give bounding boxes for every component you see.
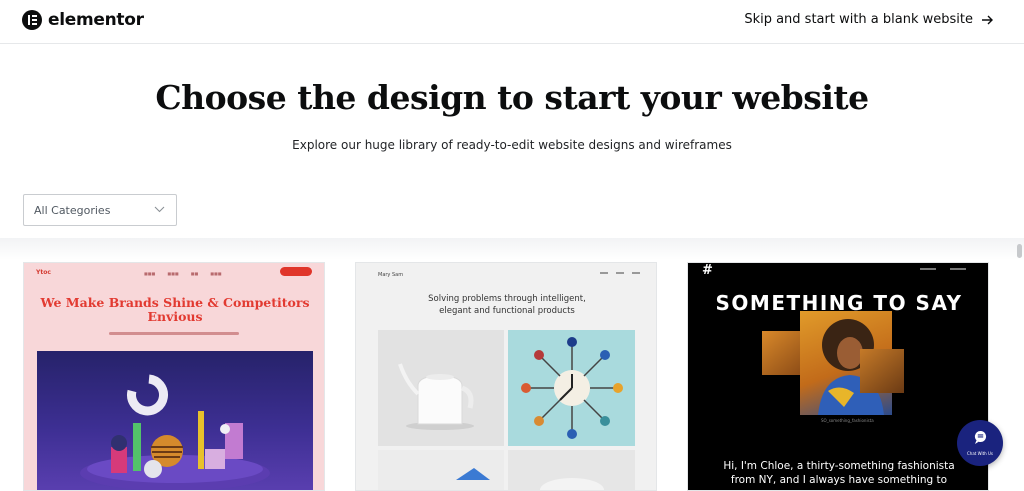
category-select[interactable]: All Categories [23,194,177,226]
template-card-agency[interactable]: Ytoc ■■■ ■■■ ■■ ■■■ We Make Brands Shine & … [23,262,325,491]
template-cta [280,267,312,276]
template-nav: ■■■ ■■■ ■■ ■■■ [144,271,222,276]
template-logo: Ytoc [36,269,51,276]
template-logo: # [702,263,713,278]
template-title: Solving problems through intelligent, el… [356,293,656,317]
template-kettle-image [378,330,504,446]
kettle-icon [398,363,474,430]
elementor-logo[interactable]: elementor [22,10,144,30]
template-photo-caption: SO_something_fashionista [821,418,874,423]
white-object-icon [540,478,604,490]
template-title: We Make Brands Shine & Competitors Envio… [40,295,310,324]
chevron-down-icon [154,206,165,213]
category-select-value: All Categories [34,203,111,217]
template-card-fashion[interactable]: # SOMETHING TO SAY SO_something_fashioni… [687,262,989,491]
top-bar: elementor Skip and start with a blank we… [0,0,1024,44]
template-caption-line [109,332,239,335]
template-body-text: Hi, I'm Chloe, a thirty-something fashio… [688,459,988,487]
template-nav [600,272,640,274]
template-photo-right [860,349,904,393]
template-clock-image [508,330,635,446]
abstract-3d-shapes-icon [80,374,270,490]
page-title: Choose the design to start your website [155,78,869,117]
elementor-logo-icon [22,10,42,30]
template-image-bottom-right [508,450,635,490]
chat-icon [974,430,987,444]
arrow-right-icon [982,15,993,24]
skip-blank-website-link[interactable]: Skip and start with a blank website [744,12,994,27]
chat-with-us-button[interactable]: Chat With Us [957,420,1003,466]
ball-clock-icon [521,337,623,439]
skip-link-label: Skip and start with a blank website [744,12,973,27]
template-nav [920,268,966,270]
blue-shape-icon [456,468,490,480]
template-body-text-content: Hi, I'm Chloe, a thirty-something fashio… [723,460,955,486]
template-title-text: Solving problems through intelligent, el… [428,294,586,316]
template-photo-left [762,331,804,375]
scrollbar-thumb[interactable] [1017,244,1022,258]
template-logo: Mary Sam [378,272,404,278]
gallery-top-shadow [0,238,1024,260]
template-hero-image [37,351,313,490]
chat-label: Chat With Us [967,451,993,456]
template-image-bottom-left [378,450,504,490]
template-card-products[interactable]: Mary Sam Solving problems through intell… [355,262,657,491]
brand-name: elementor [48,10,144,30]
page-subtitle: Explore our huge library of ready-to-edi… [292,138,732,152]
